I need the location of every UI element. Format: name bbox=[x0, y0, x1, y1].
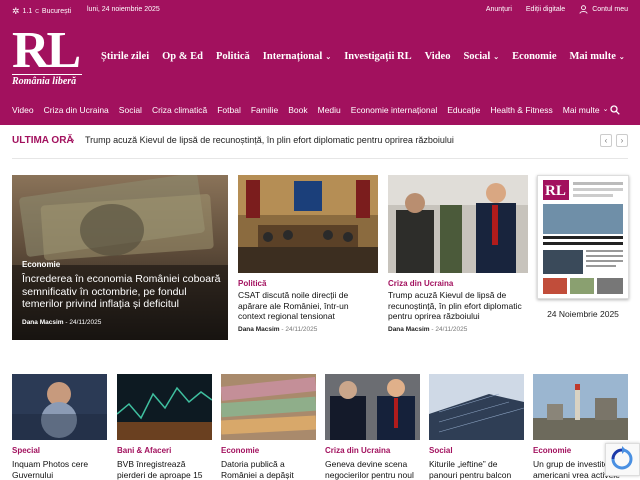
hero-category[interactable]: Economie bbox=[22, 260, 222, 269]
chevron-down-icon: ⌄ bbox=[325, 53, 332, 61]
article-title[interactable]: Inquam Photos cere Guvernului bbox=[12, 459, 107, 480]
article-author[interactable]: Dana Macsim bbox=[388, 326, 430, 333]
subnav-item-economie-international[interactable]: Economie internațional bbox=[351, 105, 437, 115]
subnav-item-mai-multe[interactable]: Mai multe bbox=[563, 105, 600, 115]
nav-item-op-ed[interactable]: Op & Ed bbox=[162, 51, 203, 62]
nav-item-social[interactable]: Social bbox=[463, 51, 490, 62]
site-header: RL România liberă Știrile zilei Op & Ed … bbox=[0, 20, 640, 95]
main-nav: Știrile zilei Op & Ed Politică Internați… bbox=[101, 51, 625, 62]
subnav-item-health-fitness[interactable]: Health & Fitness bbox=[490, 105, 552, 115]
article-card[interactable]: Criza din Ucraina Trump acuză Kievul de … bbox=[388, 175, 528, 333]
account-label: Contul meu bbox=[592, 6, 628, 13]
ads-link[interactable]: Anunțuri bbox=[486, 6, 512, 13]
article-date: 24/11/2025 bbox=[435, 325, 468, 333]
chevron-down-icon: ⌄ bbox=[618, 53, 625, 61]
recaptcha-badge[interactable] bbox=[605, 443, 640, 476]
article-title[interactable]: Geneva devine scena negocierilor pentru … bbox=[325, 459, 420, 480]
next-arrow-button[interactable]: › bbox=[616, 134, 628, 147]
article-title[interactable]: Trump acuză Kievul de lipsă de recunoști… bbox=[388, 290, 528, 322]
article-card[interactable]: Criza din Ucraina Geneva devine scena ne… bbox=[325, 374, 420, 480]
search-icon bbox=[610, 105, 620, 115]
article-card[interactable]: Special Inquam Photos cere Guvernului bbox=[12, 374, 107, 480]
article-image bbox=[238, 175, 378, 273]
subnav-item-criza-ucraina[interactable]: Criza din Ucraina bbox=[44, 105, 109, 115]
nav-item-politica[interactable]: Politică bbox=[216, 51, 250, 62]
newspaper-date: 24 Noiembrie 2025 bbox=[547, 309, 619, 319]
article-category[interactable]: Criza din Ucraina bbox=[325, 446, 420, 455]
temperature-unit: C bbox=[35, 8, 39, 15]
hero-date: 24/11/2025 bbox=[69, 318, 102, 326]
subnav-item-educatie[interactable]: Educație bbox=[447, 105, 480, 115]
subnav-item-book[interactable]: Book bbox=[288, 105, 307, 115]
chevron-down-icon: ⌄ bbox=[493, 53, 500, 61]
article-author[interactable]: Dana Macsim bbox=[238, 326, 280, 333]
article-card[interactable]: Social Kiturile „ieftine” de panouri pen… bbox=[429, 374, 524, 480]
article-image bbox=[117, 374, 212, 440]
secondary-nav: Video Criza din Ucraina Social Criza cli… bbox=[0, 95, 640, 125]
article-image bbox=[388, 175, 528, 273]
nav-item-investigatii[interactable]: Investigații RL bbox=[344, 51, 411, 62]
hero-article[interactable]: Economie Încrederea în economia României… bbox=[12, 175, 228, 340]
article-category[interactable]: Criza din Ucraina bbox=[388, 279, 528, 288]
logo-letters: RL bbox=[12, 22, 81, 79]
newspaper-cover[interactable]: RL bbox=[537, 175, 629, 299]
nav-item-stirile-zilei[interactable]: Știrile zilei bbox=[101, 51, 149, 62]
article-image bbox=[533, 374, 628, 440]
subnav-item-fotbal[interactable]: Fotbal bbox=[217, 105, 241, 115]
nav-item-video[interactable]: Video bbox=[425, 51, 451, 62]
digital-editions-link[interactable]: Ediții digitale bbox=[526, 6, 565, 13]
prev-arrow-button[interactable]: ‹ bbox=[600, 134, 612, 147]
article-category[interactable]: Economie bbox=[221, 446, 316, 455]
divider bbox=[12, 158, 628, 159]
chevron-right-icon: › bbox=[71, 135, 75, 146]
hero-title[interactable]: Încrederea în economia României coboară … bbox=[22, 273, 222, 311]
city: București bbox=[41, 8, 72, 15]
nav-item-mai-multe[interactable]: Mai multe bbox=[570, 51, 616, 62]
article-card[interactable]: Politică CSAT discută noile direcții de … bbox=[238, 175, 378, 333]
breaking-label: ULTIMA ORĂ bbox=[12, 135, 74, 146]
article-card[interactable]: Bani & Afaceri BVB înregistrează pierder… bbox=[117, 374, 212, 480]
article-category[interactable]: Bani & Afaceri bbox=[117, 446, 212, 455]
temperature: 1.1 bbox=[22, 8, 33, 15]
weather-widget: ✲ 1.1 C București bbox=[12, 6, 71, 17]
current-date: luni, 24 noiembrie 2025 bbox=[87, 6, 160, 13]
svg-text:RL: RL bbox=[545, 183, 566, 199]
article-category[interactable]: Politică bbox=[238, 279, 378, 288]
subnav-item-video[interactable]: Video bbox=[12, 105, 34, 115]
top-bar: ✲ 1.1 C București luni, 24 noiembrie 202… bbox=[0, 0, 640, 20]
article-category[interactable]: Social bbox=[429, 446, 524, 455]
subnav-item-social[interactable]: Social bbox=[119, 105, 142, 115]
logo-subtitle: România liberă bbox=[12, 74, 82, 87]
account-link[interactable]: Contul meu bbox=[579, 5, 628, 14]
article-title[interactable]: Kiturile „ieftine” de panouri pentru bal… bbox=[429, 459, 524, 480]
article-image bbox=[221, 374, 316, 440]
recaptcha-icon bbox=[611, 446, 633, 470]
article-image bbox=[429, 374, 524, 440]
article-title[interactable]: CSAT discută noile direcții de apărare a… bbox=[238, 290, 378, 322]
chevron-down-icon: ⌄ bbox=[602, 106, 609, 113]
subnav-item-familie[interactable]: Familie bbox=[251, 105, 278, 115]
newspaper-cover-image: RL bbox=[538, 176, 628, 298]
article-card[interactable]: Economie Datoria publică a României a de… bbox=[221, 374, 316, 480]
article-image bbox=[325, 374, 420, 440]
nav-item-international[interactable]: Internațional bbox=[263, 51, 323, 62]
user-icon bbox=[579, 5, 588, 14]
breaking-headline[interactable]: Trump acuză Kievul de lipsă de recunoști… bbox=[85, 135, 454, 145]
subnav-item-mediu[interactable]: Mediu bbox=[318, 105, 341, 115]
article-image bbox=[12, 374, 107, 440]
search-button[interactable] bbox=[610, 105, 620, 117]
site-logo[interactable]: RL România liberă bbox=[12, 22, 82, 90]
article-category[interactable]: Special bbox=[12, 446, 107, 455]
article-title[interactable]: BVB înregistrează pierderi de aproape 15 bbox=[117, 459, 212, 480]
article-title[interactable]: Datoria publică a României a depășit bbox=[221, 459, 316, 480]
nav-item-economie[interactable]: Economie bbox=[512, 51, 556, 62]
sun-icon: ✲ bbox=[12, 6, 20, 16]
hero-author[interactable]: Dana Macsim bbox=[22, 319, 64, 326]
subnav-item-criza-climatica[interactable]: Criza climatică bbox=[152, 105, 207, 115]
article-date: 24/11/2025 bbox=[285, 325, 318, 333]
breaking-news-bar: ULTIMA ORĂ › Trump acuză Kievul de lipsă… bbox=[12, 134, 628, 148]
